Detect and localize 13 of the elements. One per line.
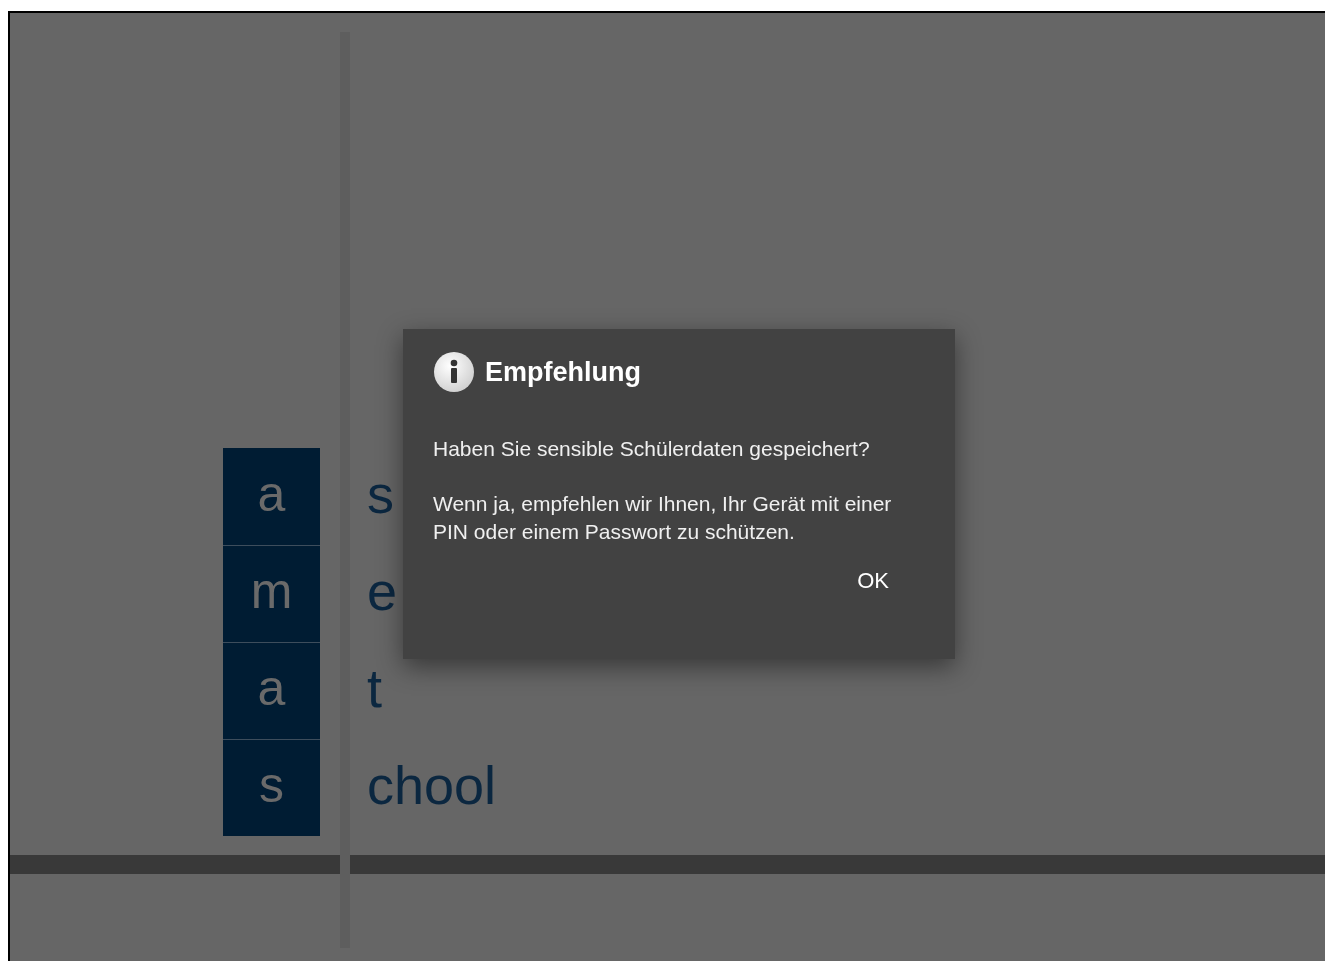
letter-tile[interactable]: a xyxy=(223,642,320,739)
word-text: t xyxy=(367,660,382,720)
letter-tile[interactable]: s xyxy=(223,739,320,836)
word-text: e xyxy=(367,563,398,623)
letter-tile[interactable]: m xyxy=(223,545,320,642)
letter-tile[interactable]: a xyxy=(223,448,320,545)
word-text: s xyxy=(367,466,394,526)
info-icon xyxy=(433,351,475,393)
ok-button[interactable]: OK xyxy=(849,558,897,603)
dialog-detail: Wenn ja, empfehlen wir Ihnen, Ihr Gerät mit einer PIN oder einem Passwort zu schützen. xyxy=(433,491,893,545)
dialog-message: Haben Sie sensible Schülerdaten gespeichert? xyxy=(433,436,871,462)
word-text: chool xyxy=(367,757,497,817)
dialog-title: Empfehlung xyxy=(485,355,641,389)
